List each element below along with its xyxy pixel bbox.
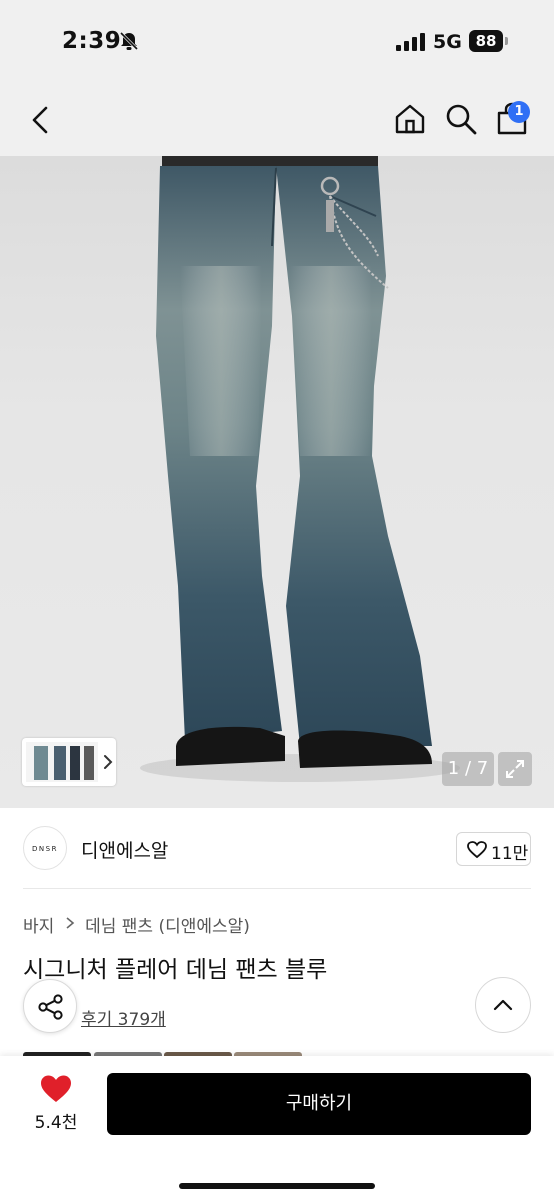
cart-count-badge: 1 <box>508 101 530 123</box>
nav-bar <box>0 84 554 156</box>
brand-name[interactable]: 디앤에스알 <box>81 836 168 863</box>
chevron-up-icon <box>493 999 513 1011</box>
bell-muted-icon <box>119 31 139 51</box>
back-arrow-icon[interactable] <box>26 104 56 136</box>
battery-indicator: 88 <box>469 30 509 52</box>
share-icon <box>38 994 63 1020</box>
thumbnail-strip[interactable] <box>22 738 116 786</box>
bottom-action-bar: 5.4천 구매하기 <box>0 1056 554 1200</box>
signal-icon <box>396 33 425 51</box>
chevron-right-icon <box>104 755 113 769</box>
brand-like-button[interactable]: 11만 <box>456 832 531 866</box>
scroll-to-top-button[interactable] <box>475 977 531 1033</box>
breadcrumb-category[interactable]: 바지 <box>23 912 54 937</box>
buy-button[interactable]: 구매하기 <box>107 1073 531 1135</box>
divider <box>23 888 531 889</box>
thumbnail-preview <box>26 742 98 782</box>
search-icon[interactable] <box>444 102 478 136</box>
brand-row[interactable]: DNSR 디앤에스알 11만 <box>0 808 554 890</box>
battery-tip <box>505 37 508 45</box>
share-button[interactable] <box>23 979 77 1033</box>
heart-outline-icon <box>467 841 487 859</box>
expand-icon <box>506 760 524 778</box>
wish-count: 5.4천 <box>34 1113 78 1133</box>
fullscreen-button[interactable] <box>498 752 532 786</box>
status-time: 2:39 <box>62 28 122 54</box>
image-counter: 1 / 7 <box>442 752 494 786</box>
home-icon[interactable] <box>393 102 427 136</box>
brand-logo[interactable]: DNSR <box>23 826 67 870</box>
battery-level: 88 <box>469 30 503 52</box>
chevron-right-icon <box>66 916 74 929</box>
breadcrumb-subcategory[interactable]: 데님 팬츠 (디앤에스알) <box>85 912 250 937</box>
home-indicator <box>179 1183 375 1189</box>
review-count-link[interactable]: 후기 379개 <box>81 1005 166 1030</box>
breadcrumb: 바지 데님 팬츠 (디앤에스알) <box>23 912 250 937</box>
heart-filled-icon[interactable] <box>40 1074 72 1104</box>
status-bar: 2:39 5G 88 <box>0 0 554 84</box>
network-label: 5G <box>433 31 462 53</box>
product-title: 시그니처 플레어 데님 팬츠 블루 <box>23 957 328 983</box>
product-image-gallery[interactable]: 1 / 7 <box>0 156 554 808</box>
product-page: 2:39 5G 88 1 1 / 7 DNSR 디앤에스알 11만 바지 데님 … <box>0 0 554 1200</box>
brand-like-count: 11만 <box>491 844 529 864</box>
product-photo-jeans <box>140 156 460 782</box>
